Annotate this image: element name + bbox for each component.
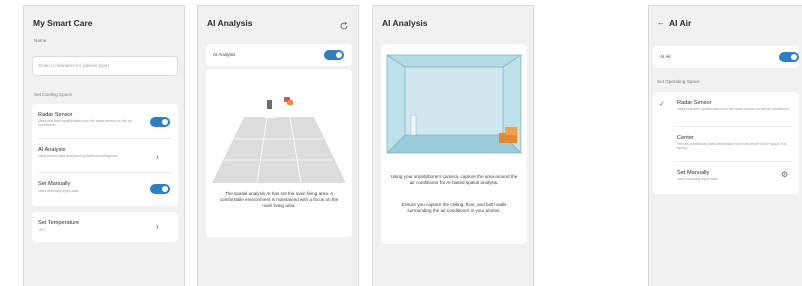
option-label: Set Manually: [38, 181, 71, 187]
check-icon: ✓: [659, 101, 665, 108]
cooling-space-card: Radar Sensor Uses real-time spatial data…: [32, 104, 178, 206]
ai-analysis-card: AI Analysis: [206, 44, 352, 66]
room-floor-illustration: [212, 97, 346, 184]
option-desc: Uses preset data analyzed by artificial …: [38, 154, 118, 158]
capture-guide-card: Using your smartphone's camera, capture …: [381, 44, 527, 244]
set-temperature-row[interactable]: Set Temperature 18°C ›: [32, 212, 178, 242]
room-capture-illustration: [386, 54, 522, 154]
section-label: Set Cooling Space: [34, 92, 73, 97]
page-title: My Smart Care: [33, 18, 93, 28]
ai-air-toggle[interactable]: [779, 52, 799, 62]
set-manually-toggle[interactable]: [150, 184, 170, 194]
screen-ai-air: ← AI Air AI Air Set Operating Space ✓ Ra…: [648, 5, 802, 286]
screen-ai-analysis-result: AI Analysis AI Analysis The spatial anal…: [197, 5, 359, 286]
ai-air-card: AI Air: [653, 46, 799, 68]
section-label: Set Operating Space: [657, 79, 700, 84]
option-label: Center: [677, 135, 694, 141]
room-analysis-card: The spatial analysis AI has set the main…: [206, 69, 352, 237]
screen-my-smart-care: My Smart Care Name Enter a nickname for …: [23, 5, 185, 286]
option-set-manually[interactable]: Set Manually Uses manually input data: [32, 173, 178, 206]
refresh-icon[interactable]: [339, 18, 349, 30]
option-label: Radar Sensor: [38, 112, 73, 118]
temperature-label: Set Temperature: [38, 220, 80, 226]
option-desc: Uses real-time spatial data from the rad…: [677, 107, 790, 111]
gear-icon[interactable]: ⚙: [781, 170, 788, 179]
temperature-value: 18°C: [38, 228, 47, 232]
capture-instruction-2: Ensure you capture the ceiling, floor, a…: [401, 202, 507, 214]
screen-ai-analysis-capture: AI Analysis Using your smartphone's came…: [372, 5, 534, 286]
back-arrow-icon[interactable]: ←: [657, 18, 665, 27]
option-desc: The air conditioner uses information fro…: [677, 142, 787, 151]
option-label: Set Manually: [677, 170, 710, 176]
option-desc: Uses manually input data: [677, 177, 718, 181]
option-desc: Uses manually input data: [38, 189, 79, 193]
option-label: AI Analysis: [38, 147, 66, 153]
option-radar-sensor[interactable]: Radar Sensor Uses real-time spatial data…: [32, 104, 178, 138]
analysis-description: The spatial analysis AI has set the main…: [219, 191, 339, 209]
name-placeholder: Enter a nickname for (device type): [39, 63, 109, 68]
operating-space-card: ✓ Radar Sensor Uses real-time spatial da…: [653, 92, 799, 194]
chevron-right-icon: ›: [156, 152, 159, 161]
ai-analysis-toggle[interactable]: [324, 50, 344, 60]
radar-sensor-toggle[interactable]: [150, 117, 170, 127]
ai-air-label: AI Air: [660, 54, 671, 59]
page-title: AI Analysis: [382, 18, 428, 28]
option-ai-analysis[interactable]: AI Analysis Uses preset data analyzed by…: [32, 139, 178, 172]
capture-instruction-1: Using your smartphone's camera, capture …: [390, 174, 518, 186]
option-set-manually[interactable]: Set Manually Uses manually input data ⚙: [653, 162, 799, 194]
ai-analysis-label: AI Analysis: [213, 52, 236, 57]
option-label: Radar Sensor: [677, 100, 712, 106]
option-desc: Uses real-time spatial data from the rad…: [38, 119, 132, 128]
page-title: AI Analysis: [207, 18, 253, 28]
name-field[interactable]: Enter a nickname for (device type): [32, 56, 178, 76]
option-center[interactable]: Center The air conditioner uses informat…: [653, 127, 799, 161]
option-radar-sensor[interactable]: ✓ Radar Sensor Uses real-time spatial da…: [653, 92, 799, 126]
name-label: Name: [34, 38, 47, 43]
chevron-right-icon: ›: [156, 222, 159, 231]
page-title: AI Air: [669, 18, 692, 28]
